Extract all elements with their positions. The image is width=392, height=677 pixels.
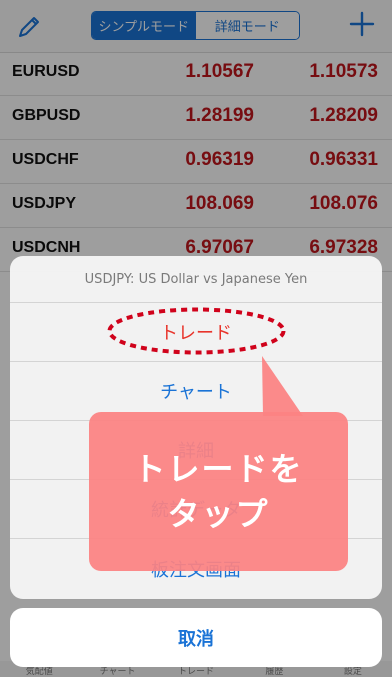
instruction-callout: トレードを タップ xyxy=(89,412,348,571)
callout-text: トレードを タップ xyxy=(133,449,304,533)
highlight-oval xyxy=(107,307,286,355)
cancel-button[interactable]: 取消 xyxy=(10,608,382,667)
action-sheet-title: USDJPY: US Dollar vs Japanese Yen xyxy=(10,256,382,303)
